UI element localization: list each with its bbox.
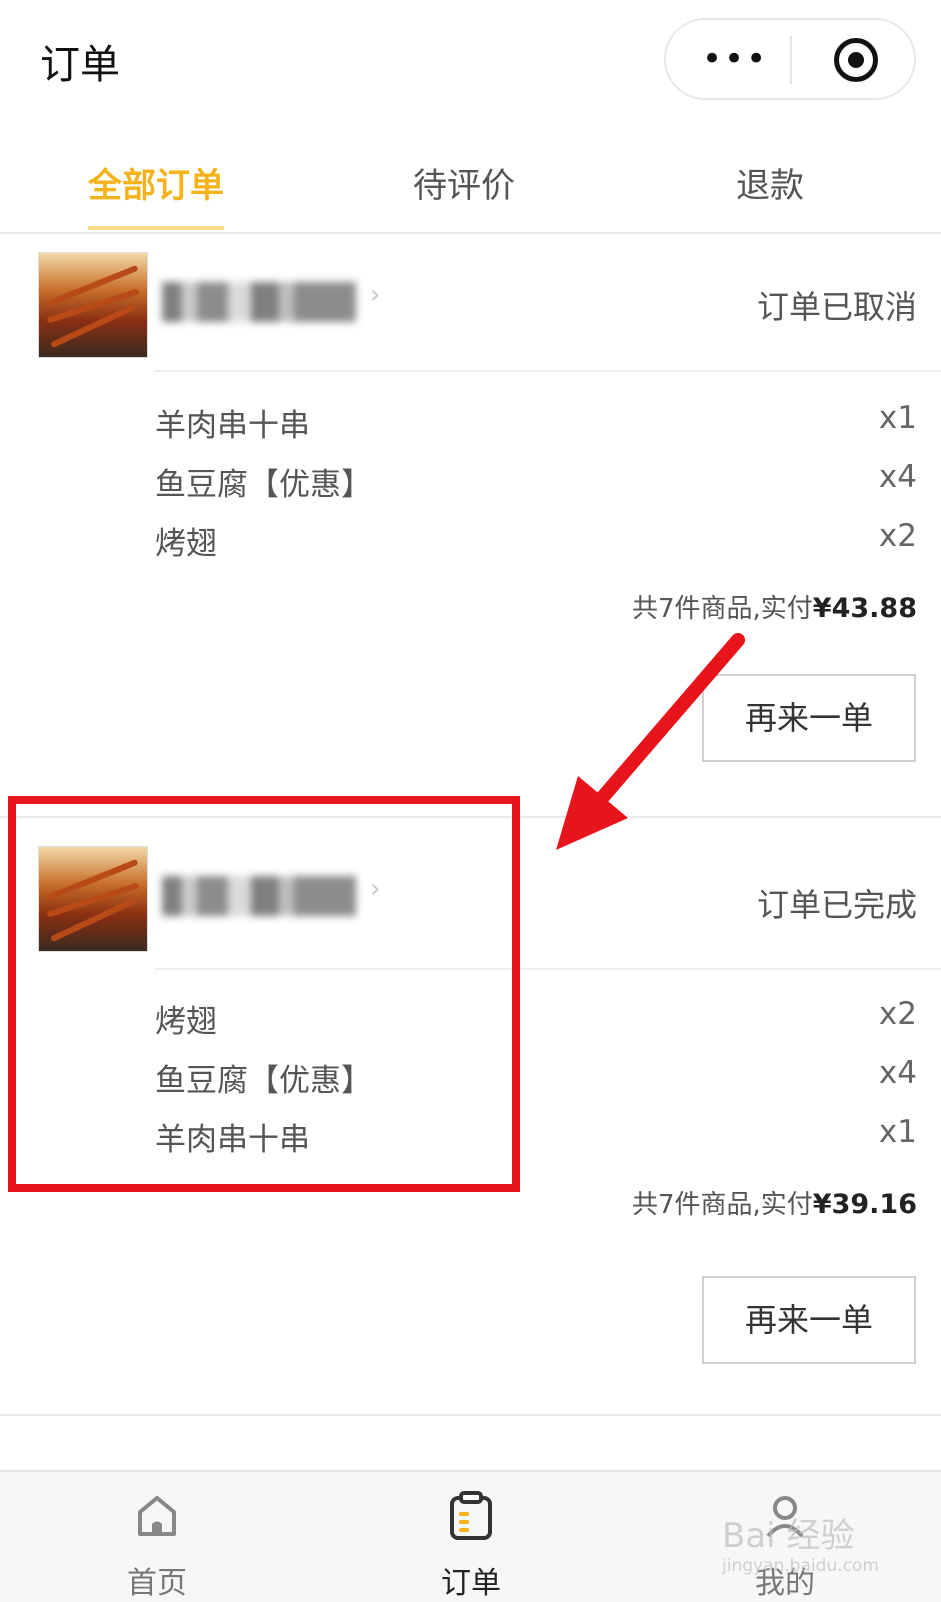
arrow-shaft (583, 633, 745, 819)
tabbar-label: 首页 (127, 1566, 187, 1601)
highlight-box-order (8, 796, 520, 1192)
order-icon (450, 1491, 492, 1540)
watermark: Bai 经验 (722, 1516, 855, 1556)
watermark-url: jingyan.baidu.com (722, 1556, 879, 1576)
home-icon (138, 1496, 176, 1536)
tabbar-label: 订单 (441, 1566, 501, 1601)
tabbar-item-home[interactable]: 首页 (0, 1472, 314, 1602)
tabbar-item-orders[interactable]: 订单 (314, 1472, 628, 1602)
